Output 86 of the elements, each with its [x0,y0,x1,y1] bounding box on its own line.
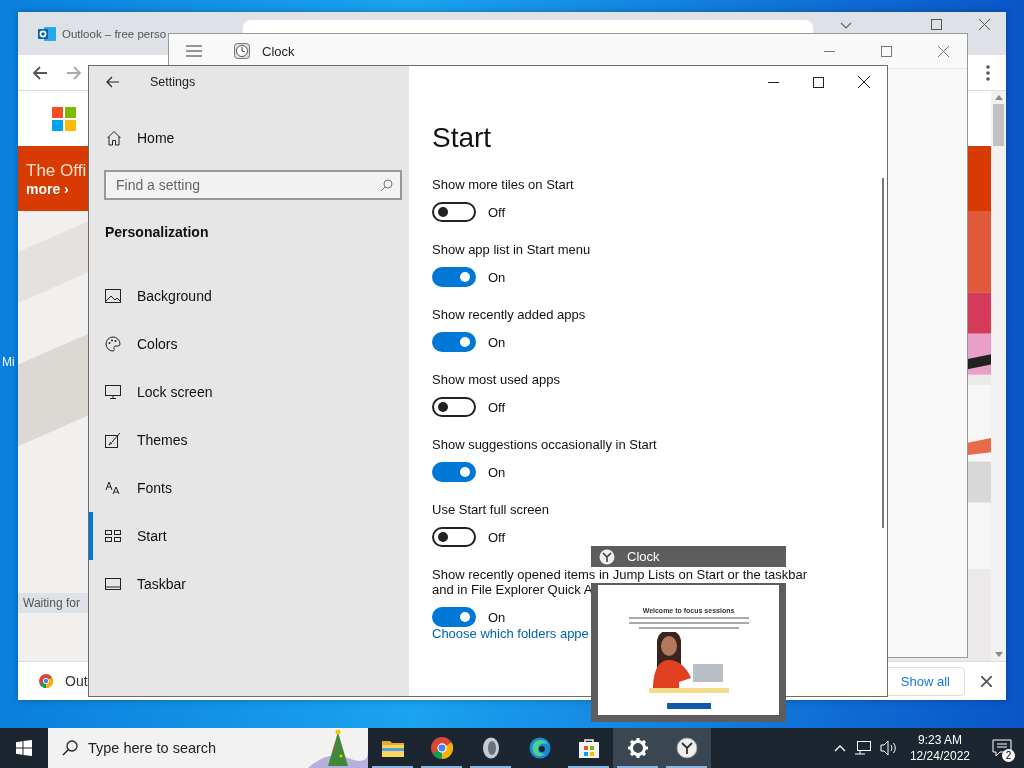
toggle-state: Off [488,399,506,415]
desktop-icon-label: Mi [2,355,15,369]
nav-item[interactable]: Background [89,272,409,320]
close-icon[interactable] [858,76,870,88]
nav-item[interactable]: Themes [89,416,409,464]
download-item[interactable]: Out [65,673,88,689]
nav-item[interactable]: Fonts [89,464,409,512]
preview-title-bar[interactable]: Clock [591,546,786,567]
tiles-icon [105,530,121,542]
volume-icon[interactable] [879,740,898,756]
toggle-state: Off [488,529,506,545]
section-heading: Personalization [105,224,210,240]
option-label: Show app list in Start menu [432,242,592,257]
search-icon [62,740,78,756]
chevron-up-icon[interactable] [833,744,846,752]
toggle-switch[interactable] [432,202,476,222]
network-icon[interactable] [853,740,872,756]
toggle-switch[interactable] [432,527,476,547]
brush-icon [105,432,121,448]
browser-logo-icon [39,674,53,688]
browser-logo-icon [430,737,453,759]
option-label: Show suggestions occasionally in Start [432,437,658,452]
font-icon [105,481,121,495]
window-title: Settings [150,75,196,89]
taskbar-app[interactable] [613,728,662,768]
nav-item[interactable]: Start [89,512,409,560]
christmas-tree-icon [308,728,368,768]
toggle-switch[interactable] [432,267,476,287]
system-clock[interactable]: 9:23 AM 12/24/2022 [909,732,970,764]
toggle-switch[interactable] [432,332,476,352]
back-icon[interactable] [32,65,48,80]
image-icon [105,289,121,303]
maximize-icon[interactable] [813,76,824,88]
option-label: Use Start full screen [432,502,551,517]
clock-icon [675,737,698,759]
scrollbar[interactable] [991,91,1006,661]
search-field[interactable]: Type here to search [48,728,368,768]
search-field[interactable]: Find a setting [104,170,402,200]
monitor-icon [105,385,121,399]
toggle-state: On [488,609,506,625]
toggle-switch[interactable] [432,397,476,417]
toggle-state: On [488,269,506,285]
shopping-bag-icon [578,738,599,758]
nav-item[interactable]: Lock screen [89,368,409,416]
option-label: Show most used apps [432,372,561,387]
mail-app-icon [38,25,56,42]
scrollbar[interactable] [882,178,884,528]
option-label: Show recently added apps [432,307,587,322]
page-heading: Start [432,122,493,154]
speech-bubble-icon [992,739,1012,757]
minimize-icon[interactable] [768,81,779,83]
shell-icon [481,737,500,759]
toggle-state: On [488,334,506,350]
caret-icon[interactable] [840,22,852,30]
toggle-switch[interactable] [432,607,476,627]
windows-logo-icon [16,740,32,756]
taskbar-app[interactable] [662,728,711,768]
banner-headline: The Offi [26,160,87,181]
taskbar-icon [105,578,121,590]
close-icon[interactable] [981,675,992,687]
scroll-thumb[interactable] [993,104,1004,146]
nav-item[interactable]: Colors [89,320,409,368]
folder-icon [381,739,404,757]
window-title: Clock [262,43,295,59]
clock-icon [234,43,250,59]
preview-title: Clock [627,549,660,564]
windows-logo-icon [52,106,76,131]
banner-link[interactable]: more › [26,180,69,197]
menu-icon[interactable] [986,64,990,81]
start-button[interactable] [666,703,711,709]
toggle-state: Off [488,204,506,220]
show-all-button[interactable]: Show all [885,666,965,696]
notification-button[interactable]: 2 [980,728,1024,768]
toggle-switch[interactable] [432,462,476,482]
palette-icon [105,336,121,352]
toggle-state: On [488,464,506,480]
edge-logo-icon [528,737,551,759]
notification-count: 2 [1002,749,1015,762]
home-icon [106,130,122,146]
scroll-down-icon[interactable] [994,652,1003,657]
settings-icon [627,738,648,758]
home-nav-item[interactable]: Home [89,114,409,162]
option-label: Show more tiles on Start [432,177,575,192]
clock-icon [599,548,615,565]
back-icon[interactable] [106,76,120,88]
scroll-up-icon[interactable] [994,95,1003,100]
